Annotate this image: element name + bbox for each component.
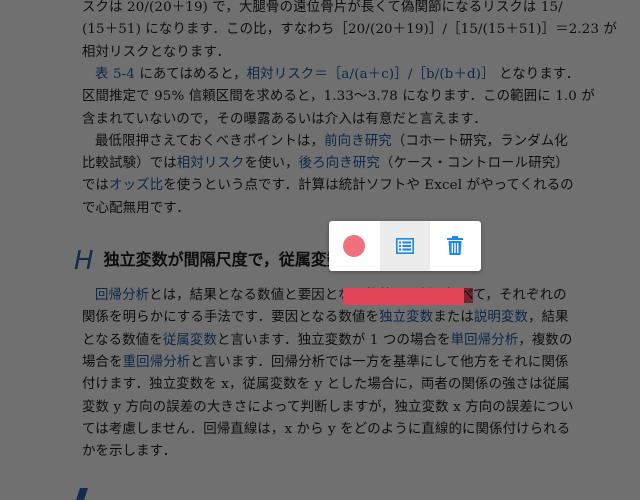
text-span: （コホート研究，ランダム化 xyxy=(391,133,568,149)
text-span: にあてはめると， xyxy=(134,66,247,82)
term-link[interactable]: 相対リスク＝［a/(a＋c)］/［b/(b＋d)］ xyxy=(247,67,495,82)
text-line: (15＋51) になります．この比，すなわち［20/(20＋19)］/［15/(… xyxy=(82,21,617,39)
term-link[interactable]: 単回帰分析 xyxy=(451,333,519,348)
text-span: 比較試験）では xyxy=(82,156,177,172)
text-span: 区間推定で 95% 信頼区間を求めると，1.33〜3.78 になります．この範囲… xyxy=(82,89,595,105)
text-line: かを示します． xyxy=(82,443,562,461)
highlight-color-button[interactable] xyxy=(329,221,380,271)
text-span: を使うという点です．計算は統計ソフトや Excel がやってくれるの xyxy=(163,178,574,194)
text-span: 場合を xyxy=(82,354,123,370)
text-line: で心配無用です． xyxy=(82,200,562,218)
add-note-button[interactable] xyxy=(379,221,431,271)
text-span: となる数値を xyxy=(82,332,163,348)
next-section-marker xyxy=(76,488,88,500)
text-span: ては考慮しません．回帰直線は，x から y をどのように直線的に関係付けられる xyxy=(82,421,571,437)
text-span: 最低限押さえておくべきポイントは， xyxy=(95,133,325,149)
text-span: ，結果 xyxy=(528,310,569,326)
term-link[interactable]: 説明変数 xyxy=(474,310,528,325)
text-span: 含まれていないので，その曝露あるいは介入は有意だと言えます． xyxy=(82,111,487,127)
highlight-toolbar xyxy=(329,221,481,271)
text-line: 最低限押さえておくべきポイントは，前向き研究（コホート研究，ランダム化 xyxy=(95,133,575,151)
text-line: 関係を明らかにする手法です．要因となる数値を独立変数または説明変数，結果 xyxy=(82,309,569,327)
text-span: スクは 20/(20＋19) で，大腿骨の遠位骨片が長くて偽関節になるリスクは … xyxy=(82,0,563,15)
text-line: 含まれていないので，その曝露あるいは介入は有意だと言えます． xyxy=(82,111,562,129)
term-link[interactable]: 表 5-4 xyxy=(95,67,135,82)
text-line: 比較試験）では相対リスクを使い，後ろ向き研究（ケース・コントロール研究） xyxy=(82,155,569,173)
trash-icon xyxy=(447,236,464,255)
text-span: 変数 y 方向の誤差の大きさによって判断しますが，独立変数 x 方向の誤差につい xyxy=(82,399,574,415)
term-link[interactable]: 独立変数 xyxy=(379,310,433,325)
text-line: 相対リスクとなります． xyxy=(82,44,562,62)
text-span: て，それぞれの xyxy=(472,288,567,303)
term-link[interactable]: オッズ比 xyxy=(109,178,163,193)
text-span: (15＋51) になります．この比，すなわち［20/(20＋19)］/［15/(… xyxy=(82,22,618,38)
text-span: かを示します． xyxy=(82,444,177,460)
text-span: と言います．独立変数が 1 つの場合を xyxy=(217,332,451,348)
text-span: 関係を明らかにする手法です．要因となる数値を xyxy=(82,310,380,326)
text-span: と言います．回帰分析では一方を基準にして他方をそれに関係 xyxy=(190,354,569,370)
text-span: （ケース・コントロール研究） xyxy=(379,156,569,172)
text-line: 表 5-4 にあてはめると，相対リスク＝［a/(a＋c)］/［b/(b＋d)］ … xyxy=(95,66,579,84)
text-span: ，複数の xyxy=(518,332,573,348)
text-span: で心配無用です． xyxy=(82,200,190,216)
note-list-icon xyxy=(395,238,414,254)
text-line: スクは 20/(20＋19) で，大腿骨の遠位骨片が長くて偽関節になるリスクは … xyxy=(82,0,563,17)
selected-highlight[interactable] xyxy=(343,288,464,305)
text-line: 区間推定で 95% 信頼区間を求めると，1.33〜3.78 になります．この範囲… xyxy=(82,88,595,106)
section-letter: H xyxy=(74,246,94,276)
text-line: ではオッズ比を使うという点です．計算は統計ソフトや Excel がやってくれるの xyxy=(82,177,574,195)
delete-highlight-button[interactable] xyxy=(430,221,481,271)
text-line: となる数値を従属変数と言います．独立変数が 1 つの場合を単回帰分析，複数の xyxy=(82,332,572,350)
text-span: とは，結果となる数値と要因となる xyxy=(149,288,366,303)
term-link[interactable]: 前向き研究 xyxy=(324,134,392,149)
text-line: 変数 y 方向の誤差の大きさによって判断しますが，独立変数 x 方向の誤差につい xyxy=(82,399,573,417)
term-link[interactable]: 回帰分析 xyxy=(95,288,149,303)
text-span: 相対リスクとなります． xyxy=(82,44,231,60)
term-link[interactable]: 重回帰分析 xyxy=(123,355,191,370)
text-line: 付けます．独立変数を x，従属変数を y とした場合に，両者の関係の強さは従属 xyxy=(82,376,570,394)
text-line: 回帰分析とは，結果となる数値と要因となる数値の関係を調べて，それぞれの xyxy=(95,287,575,305)
color-dot-icon xyxy=(343,235,366,257)
term-link[interactable]: 後ろ向き研究 xyxy=(299,156,380,171)
text-line: ては考慮しません．回帰直線は，x から y をどのように直線的に関係付けられる xyxy=(82,421,570,439)
term-link[interactable]: 相対リスク xyxy=(177,156,245,171)
text-span: では xyxy=(82,178,110,194)
text-span: となります． xyxy=(494,66,580,82)
document-page: スクは 20/(20＋19) で，大腿骨の遠位骨片が長くて偽関節になるリスクは … xyxy=(0,0,640,500)
text-span: 付けます．独立変数を x，従属変数を y とした場合に，両者の関係の強さは従属 xyxy=(82,377,570,393)
text-span: を使い， xyxy=(244,156,299,172)
text-line: 場合を重回帰分析と言います．回帰分析では一方を基準にして他方をそれに関係 xyxy=(82,354,568,372)
text-span: または xyxy=(433,310,474,326)
term-link[interactable]: 従属変数 xyxy=(163,333,217,348)
